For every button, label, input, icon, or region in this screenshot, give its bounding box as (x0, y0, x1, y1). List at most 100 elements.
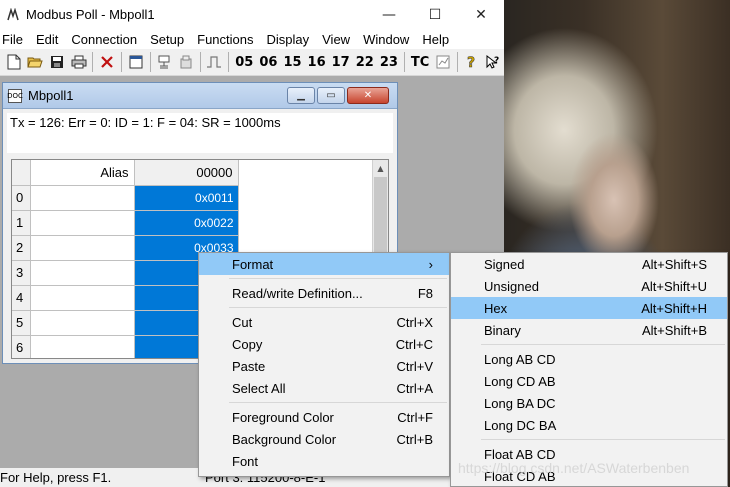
fc-22-button[interactable]: 22 (353, 55, 377, 70)
menu-item-background-color[interactable]: Background Color Ctrl+B (199, 428, 449, 450)
title-bar[interactable]: Modbus Poll - Mbpoll1 — ☐ ✕ (0, 0, 504, 29)
menu-item-shortcut: Ctrl+A (396, 380, 433, 396)
window-title: Modbus Poll - Mbpoll1 (26, 7, 155, 22)
menu-item-font[interactable]: Font (199, 450, 449, 472)
alias-cell[interactable] (30, 235, 135, 261)
menu-item-select-all[interactable]: Select All Ctrl+A (199, 377, 449, 399)
menu-item-label: Read/write Definition... (232, 285, 363, 301)
open-icon[interactable] (25, 51, 47, 73)
value-cell[interactable]: 0x0011 (134, 185, 239, 211)
menu-edit[interactable]: Edit (34, 32, 65, 47)
fc-05-button[interactable]: 05 (232, 55, 256, 70)
address-column-header[interactable]: 00000 (134, 160, 239, 186)
format-item-long-cd-ab[interactable]: Long CD AB (451, 370, 727, 392)
disconnect-icon[interactable] (175, 51, 197, 73)
child-maximize-button[interactable]: ▭ (317, 87, 345, 104)
alias-cell[interactable] (30, 310, 135, 336)
save-icon[interactable] (46, 51, 68, 73)
alias-column-header[interactable]: Alias (30, 160, 135, 186)
watermark-text: https://blog.csdn.net/ASWaterbenben (458, 460, 690, 476)
fc-23-button[interactable]: 23 (377, 55, 401, 70)
row-number: 4 (12, 285, 31, 311)
chart-icon[interactable] (432, 51, 454, 73)
help-icon[interactable]: ? (461, 51, 483, 73)
connect-icon[interactable] (154, 51, 176, 73)
child-close-button[interactable]: ✕ (347, 87, 389, 104)
scroll-up-icon[interactable]: ▲ (373, 160, 388, 176)
alias-cell[interactable] (30, 185, 135, 211)
row-number: 6 (12, 335, 31, 358)
menu-item-shortcut: › (428, 256, 433, 272)
maximize-button[interactable]: ☐ (412, 0, 458, 29)
format-item-long-dc-ba[interactable]: Long DC BA (451, 414, 727, 436)
svg-text:?: ? (467, 55, 475, 70)
print-icon[interactable] (68, 51, 90, 73)
menu-item-label: Hex (484, 300, 508, 316)
modbus-app-icon[interactable] (5, 7, 21, 23)
toolbar-separator (403, 52, 405, 72)
poll-status-line: Tx = 126: Err = 0: ID = 1: F = 04: SR = … (7, 113, 393, 153)
child-title-bar[interactable]: DOC Mbpoll1 ▁ ▭ ✕ (3, 83, 397, 109)
fc-17-button[interactable]: 17 (329, 55, 353, 70)
menu-display[interactable]: Display (265, 32, 317, 47)
menu-item-label: Select All (232, 380, 286, 396)
format-item-signed[interactable]: Signed Alt+Shift+S (451, 253, 727, 275)
menu-separator (481, 344, 725, 345)
alias-cell[interactable] (30, 260, 135, 286)
menu-item-shortcut: Alt+Shift+H (641, 300, 707, 316)
row-number: 2 (12, 235, 31, 261)
menu-window[interactable]: Window (361, 32, 416, 47)
svg-text:?: ? (494, 56, 499, 66)
close-button[interactable]: ✕ (458, 0, 504, 29)
menu-help[interactable]: Help (420, 32, 456, 47)
format-item-hex[interactable]: Hex Alt+Shift+H (451, 297, 727, 319)
menu-item-cut[interactable]: Cut Ctrl+X (199, 311, 449, 333)
menu-separator (481, 439, 725, 440)
alias-cell[interactable] (30, 285, 135, 311)
menu-connection[interactable]: Connection (69, 32, 144, 47)
toolbar-separator (199, 52, 201, 72)
toolbar-separator (456, 52, 458, 72)
menu-item-label: Foreground Color (232, 409, 334, 425)
menu-file[interactable]: File (0, 32, 30, 47)
menu-item-copy[interactable]: Copy Ctrl+C (199, 333, 449, 355)
pulse-icon[interactable] (204, 51, 226, 73)
value-cell[interactable]: 0x0022 (134, 210, 239, 236)
minimize-button[interactable]: — (366, 0, 412, 29)
table-row: 0 0x0011 (12, 185, 239, 211)
delete-icon[interactable] (96, 51, 118, 73)
menu-functions[interactable]: Functions (195, 32, 260, 47)
format-item-binary[interactable]: Binary Alt+Shift+B (451, 319, 727, 341)
toolbar-separator (92, 52, 94, 72)
alias-cell[interactable] (30, 210, 135, 236)
fc-15-button[interactable]: 15 (280, 55, 304, 70)
menu-item-shortcut: Alt+Shift+U (641, 278, 707, 294)
fc-16-button[interactable]: 16 (305, 55, 329, 70)
menu-view[interactable]: View (320, 32, 357, 47)
alias-cell[interactable] (30, 335, 135, 358)
menu-item-label: Binary (484, 322, 521, 338)
menu-item-label: Format (232, 256, 274, 272)
grid-corner (12, 160, 31, 186)
tc-button[interactable]: TC (408, 55, 432, 70)
format-item-long-ba-dc[interactable]: Long BA DC (451, 392, 727, 414)
format-item-unsigned[interactable]: Unsigned Alt+Shift+U (451, 275, 727, 297)
menu-item-shortcut: Alt+Shift+S (641, 256, 707, 272)
new-icon[interactable] (3, 51, 25, 73)
fc-06-button[interactable]: 06 (256, 55, 280, 70)
menu-item-shortcut: Ctrl+C (395, 336, 433, 352)
menu-item-read-write-definition[interactable]: Read/write Definition... F8 (199, 282, 449, 304)
menu-separator (229, 402, 447, 403)
window-icon[interactable] (125, 51, 147, 73)
menu-item-foreground-color[interactable]: Foreground Color Ctrl+F (199, 406, 449, 428)
format-item-long-ab-cd[interactable]: Long AB CD (451, 348, 727, 370)
menu-item-shortcut: Ctrl+F (397, 409, 433, 425)
menu-item-shortcut: Ctrl+V (396, 358, 433, 374)
menu-item-format[interactable]: Format › (199, 253, 449, 275)
menu-setup[interactable]: Setup (148, 32, 191, 47)
child-minimize-button[interactable]: ▁ (287, 87, 315, 104)
menu-item-paste[interactable]: Paste Ctrl+V (199, 355, 449, 377)
row-number: 5 (12, 310, 31, 336)
toolbar-separator (228, 52, 230, 72)
context-help-icon[interactable]: ? (483, 51, 505, 73)
